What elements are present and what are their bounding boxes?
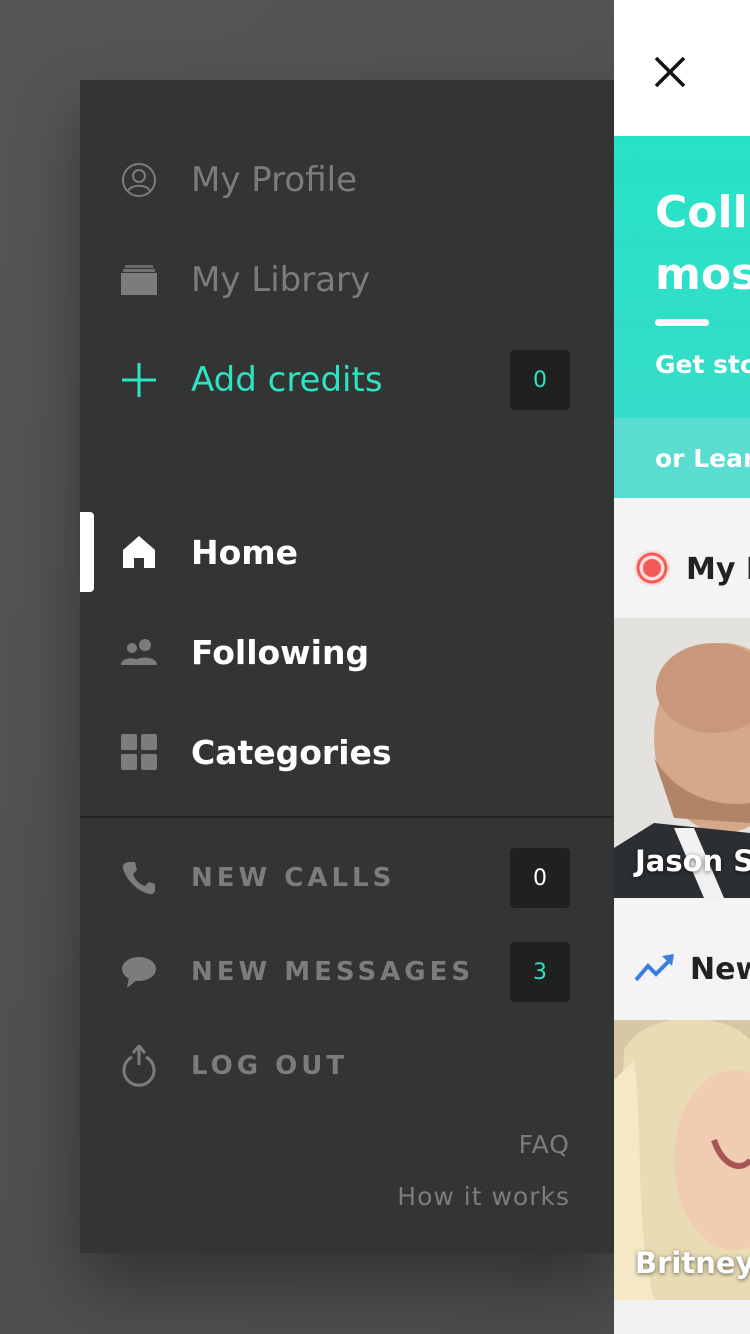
nav-item-categories[interactable]: Categories xyxy=(80,712,614,792)
calls-badge: 0 xyxy=(510,848,570,908)
user-circle-icon xyxy=(120,161,158,199)
menu-item-my-profile[interactable]: My Profile xyxy=(80,140,614,220)
home-icon xyxy=(120,533,158,571)
promo-title: Colli mos xyxy=(655,187,750,300)
menu-item-add-credits[interactable]: Add credits 0 xyxy=(80,340,614,420)
chat-bubble-icon xyxy=(120,953,158,991)
menu-item-my-library[interactable]: My Library xyxy=(80,240,614,320)
nav-item-label: Categories xyxy=(191,732,392,772)
nav-item-following[interactable]: Following xyxy=(80,612,614,692)
grid-icon xyxy=(120,733,158,771)
side-drawer: My Profile My Library Add credits 0 Home… xyxy=(80,80,614,1253)
plus-icon xyxy=(120,361,158,399)
learn-more-text: or Lear xyxy=(655,444,750,473)
messages-badge: 3 xyxy=(510,942,570,1002)
celebrity-card[interactable]: Britney xyxy=(614,1020,750,1300)
section-title: My F xyxy=(686,552,750,587)
learn-more-bar[interactable]: or Lear xyxy=(614,418,750,498)
menu-item-label: Add credits xyxy=(191,360,383,400)
library-icon xyxy=(120,261,158,299)
nav-item-label: Home xyxy=(191,532,299,572)
menu-item-new-messages[interactable]: NEW MESSAGES 3 xyxy=(80,932,614,1012)
live-record-icon xyxy=(634,550,670,586)
close-button[interactable] xyxy=(650,52,690,92)
nav-item-label: Following xyxy=(191,632,370,672)
menu-item-label: My Library xyxy=(191,260,371,300)
celebrity-card[interactable]: Jason S xyxy=(614,618,750,898)
promo-underline xyxy=(655,319,709,326)
trending-icon xyxy=(634,954,674,982)
divider xyxy=(80,816,614,818)
celebrity-name: Jason S xyxy=(635,844,750,878)
menu-item-new-calls[interactable]: NEW CALLS 0 xyxy=(80,838,614,918)
credits-badge: 0 xyxy=(510,350,570,410)
menu-item-log-out[interactable]: LOG OUT xyxy=(80,1026,614,1106)
close-icon xyxy=(654,56,686,88)
menu-item-label: NEW CALLS xyxy=(191,863,396,893)
nav-item-home[interactable]: Home xyxy=(80,512,614,592)
menu-item-label: LOG OUT xyxy=(191,1051,349,1081)
people-icon xyxy=(120,633,158,671)
faq-link[interactable]: FAQ xyxy=(519,1130,570,1159)
promo-subtitle: Get sto xyxy=(655,350,750,379)
menu-item-label: My Profile xyxy=(191,160,357,200)
main-content-panel: Colli mos Get sto or Lear My F Jason S N xyxy=(614,0,750,1334)
panel-header xyxy=(614,0,750,136)
phone-icon xyxy=(120,859,158,897)
power-icon xyxy=(120,1045,158,1087)
how-it-works-link[interactable]: How it works xyxy=(397,1182,570,1211)
section-title: New xyxy=(690,952,750,987)
celebrity-name: Britney xyxy=(635,1246,750,1280)
section-header-live: My F xyxy=(614,498,750,618)
section-header-new: New xyxy=(614,900,750,1020)
promo-banner[interactable]: Colli mos Get sto xyxy=(614,136,750,418)
menu-item-label: NEW MESSAGES xyxy=(191,957,475,987)
